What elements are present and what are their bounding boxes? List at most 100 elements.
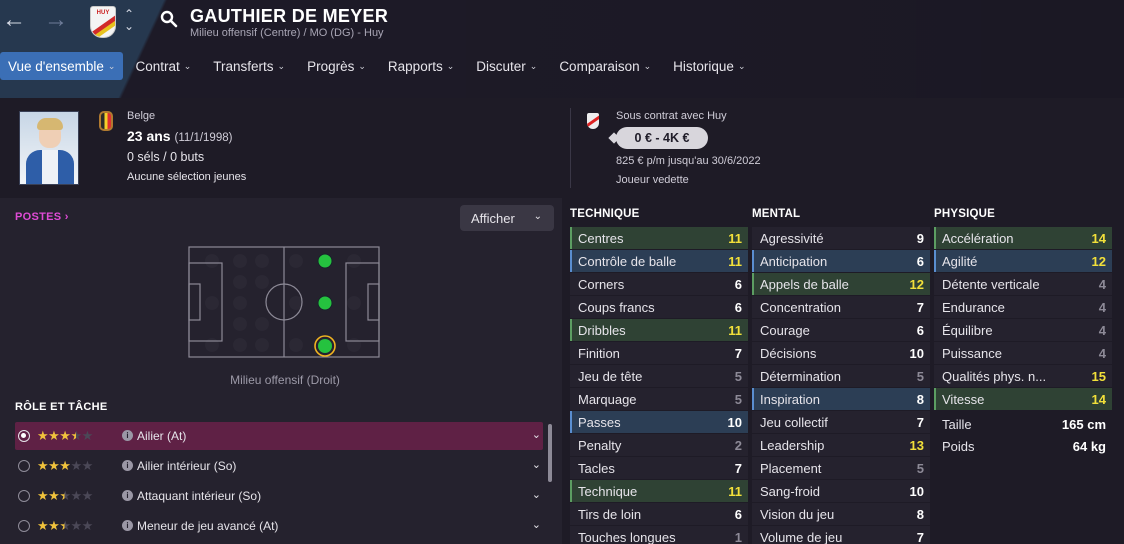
attribute-row[interactable]: Technique 11 xyxy=(570,480,748,502)
contract-label: Sous contrat avec Huy xyxy=(616,110,727,122)
attribute-value: 1 xyxy=(734,529,742,544)
physical-title: PHYSIQUE xyxy=(934,208,996,220)
attribute-row[interactable]: Tirs de loin 6 xyxy=(570,503,748,525)
attribute-label: Équilibre xyxy=(942,322,993,338)
position-dot xyxy=(318,339,332,353)
attribute-row[interactable]: Décisions 10 xyxy=(752,342,930,364)
search-icon[interactable] xyxy=(160,10,178,28)
attribute-label: Technique xyxy=(578,483,638,499)
attribute-value: 2 xyxy=(734,437,742,453)
youth-selections: Aucune sélection jeunes xyxy=(127,171,247,183)
role-row[interactable]: ★★★★★ i Meneur de jeu avancé (At) ⌄ xyxy=(15,512,543,540)
attribute-row[interactable]: Volume de jeu 7 xyxy=(752,526,930,544)
attribute-row[interactable]: Détente verticale 4 xyxy=(934,273,1112,295)
tab-overview[interactable]: Vue d'ensemble ⌄ xyxy=(0,52,124,80)
attribute-row[interactable]: Vision du jeu 8 xyxy=(752,503,930,525)
tab-discuss[interactable]: Discuter ⌄ xyxy=(466,52,547,80)
attribute-value: 4 xyxy=(1098,345,1106,361)
attribute-row[interactable]: Centres 11 xyxy=(570,227,748,249)
chevron-down-icon[interactable]: ⌄ xyxy=(532,428,541,441)
attribute-row[interactable]: Anticipation 6 xyxy=(752,250,930,272)
attribute-value: 5 xyxy=(734,391,742,407)
club-crest-icon[interactable]: HUY xyxy=(90,6,116,38)
attribute-row[interactable]: Dribbles 11 xyxy=(570,319,748,341)
attribute-row[interactable]: Leadership 13 xyxy=(752,434,930,456)
attribute-row[interactable]: Jeu collectif 7 xyxy=(752,411,930,433)
attribute-row[interactable]: Agressivité 9 xyxy=(752,227,930,249)
attribute-value: 12 xyxy=(1091,253,1106,269)
tab-history[interactable]: Historique ⌄ xyxy=(663,52,755,80)
divider xyxy=(570,108,571,188)
radio-button[interactable] xyxy=(18,430,30,442)
attribute-label: Finition xyxy=(578,345,620,361)
attribute-row[interactable]: Sang-froid 10 xyxy=(752,480,930,502)
attribute-row[interactable]: Tacles 7 xyxy=(570,457,748,479)
tab-bar: Vue d'ensemble ⌄ Contrat ⌄ Transferts ⌄ Pro… xyxy=(0,52,757,80)
attribute-row[interactable]: Contrôle de balle 11 xyxy=(570,250,748,272)
attribute-label: Placement xyxy=(760,460,822,476)
chevron-down-icon: ⌄ xyxy=(737,60,746,71)
positions-link[interactable]: POSTES › xyxy=(15,211,69,223)
player-photo xyxy=(19,111,79,185)
attribute-row[interactable]: Passes 10 xyxy=(570,411,748,433)
attribute-row[interactable]: Touches longues 1 xyxy=(570,526,748,544)
attribute-row[interactable]: Agilité 12 xyxy=(934,250,1112,272)
attribute-value: 12 xyxy=(909,276,924,292)
caps-goals: 0 séls / 0 buts xyxy=(127,150,205,164)
attribute-row[interactable]: Jeu de tête 5 xyxy=(570,365,748,387)
attribute-value: 7 xyxy=(734,345,742,361)
radio-button[interactable] xyxy=(18,490,30,502)
tab-transfers[interactable]: Transferts ⌄ xyxy=(203,52,295,80)
technical-title: TECHNIQUE xyxy=(570,208,640,220)
wage-label: 825 € p/m jusqu'au 30/6/2022 xyxy=(616,155,761,167)
info-icon[interactable]: i xyxy=(122,430,133,441)
info-icon[interactable]: i xyxy=(122,490,133,501)
attribute-row[interactable]: Corners 6 xyxy=(570,273,748,295)
attribute-row[interactable]: Inspiration 8 xyxy=(752,388,930,410)
info-icon[interactable]: i xyxy=(122,520,133,531)
value-badge[interactable]: 0 € - 4K € xyxy=(616,127,708,149)
tab-progress[interactable]: Progrès ⌄ xyxy=(297,52,376,80)
mental-attributes: MENTAL Agressivité 9 Anticipation 6 Appels d… xyxy=(752,208,930,544)
chevron-down-icon[interactable]: ⌄ xyxy=(532,458,541,471)
role-row[interactable]: ★★★★★ i Attaquant intérieur (So) ⌄ xyxy=(15,482,543,510)
attribute-row[interactable]: Penalty 2 xyxy=(570,434,748,456)
chevron-down-icon[interactable]: ⌄ xyxy=(532,488,541,501)
attribute-row[interactable]: Accélération 14 xyxy=(934,227,1112,249)
player-switch-icon[interactable]: ⌃ ⌄ xyxy=(124,8,134,32)
radio-button[interactable] xyxy=(18,460,30,472)
role-row[interactable]: ★★★★★ i Ailier (At) ⌄ xyxy=(15,422,543,450)
attribute-label: Touches longues xyxy=(578,529,676,544)
back-arrow-icon[interactable]: ← xyxy=(2,8,26,32)
scrollbar[interactable] xyxy=(548,424,552,482)
attribute-row[interactable]: Détermination 5 xyxy=(752,365,930,387)
attribute-value: 6 xyxy=(916,322,924,338)
attribute-value: 13 xyxy=(909,437,924,453)
role-row[interactable]: ★★★★★ i Ailier intérieur (So) ⌄ xyxy=(15,452,543,480)
tab-comparison[interactable]: Comparaison ⌄ xyxy=(549,52,661,80)
forward-arrow-icon[interactable]: → xyxy=(44,8,68,32)
attribute-row[interactable]: Puissance 4 xyxy=(934,342,1112,364)
info-icon[interactable]: i xyxy=(122,460,133,471)
attribute-row[interactable]: Placement 5 xyxy=(752,457,930,479)
position-dot xyxy=(317,295,333,311)
attribute-row[interactable]: Équilibre 4 xyxy=(934,319,1112,341)
attribute-row[interactable]: Coups francs 6 xyxy=(570,296,748,318)
attribute-label: Dribbles xyxy=(578,322,626,338)
attribute-row[interactable]: Endurance 4 xyxy=(934,296,1112,318)
radio-button[interactable] xyxy=(18,520,30,532)
tab-reports[interactable]: Rapports ⌄ xyxy=(378,52,464,80)
chevron-down-icon: ⌄ xyxy=(358,60,366,71)
attribute-row[interactable]: Vitesse 14 xyxy=(934,388,1112,410)
chevron-down-icon[interactable]: ⌄ xyxy=(532,518,541,531)
attribute-row[interactable]: Qualités phys. n... 15 xyxy=(934,365,1112,387)
position-caption: Milieu offensif (Droit) xyxy=(230,373,340,387)
attribute-row[interactable]: Marquage 5 xyxy=(570,388,748,410)
attribute-row[interactable]: Concentration 7 xyxy=(752,296,930,318)
tab-contract[interactable]: Contrat ⌄ xyxy=(125,52,201,80)
attribute-value: 5 xyxy=(916,460,924,476)
show-dropdown[interactable]: Afficher ⌄ xyxy=(460,205,554,231)
attribute-row[interactable]: Finition 7 xyxy=(570,342,748,364)
attribute-row[interactable]: Courage 6 xyxy=(752,319,930,341)
attribute-row[interactable]: Appels de balle 12 xyxy=(752,273,930,295)
